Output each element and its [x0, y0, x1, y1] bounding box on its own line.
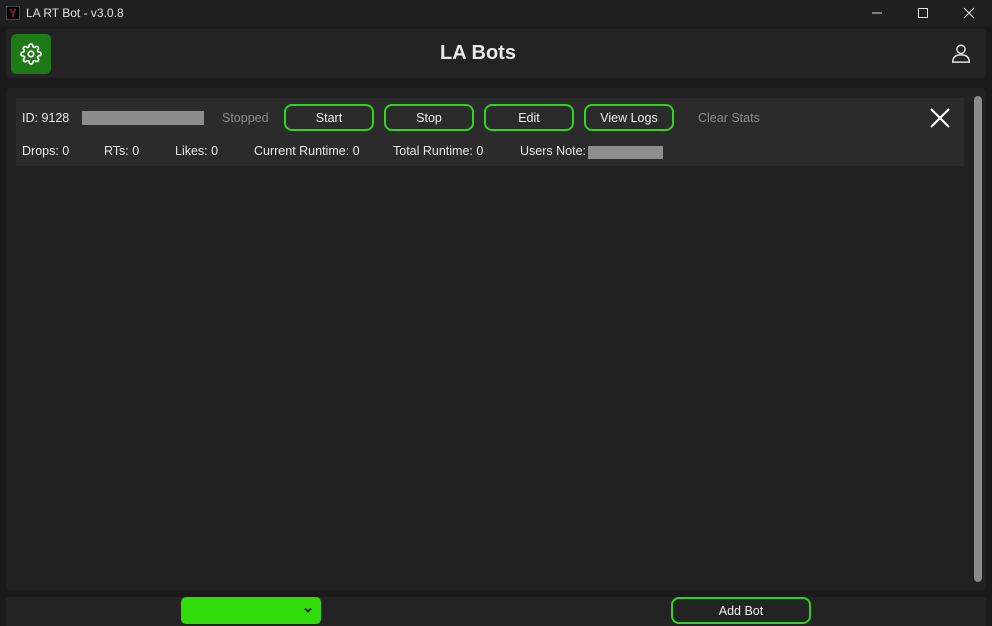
start-button[interactable]: Start — [284, 104, 374, 131]
bot-card: ID: 9128 Stopped Start Stop Edit View Lo… — [16, 98, 964, 166]
bots-panel: ID: 9128 Stopped Start Stop Edit View Lo… — [6, 88, 986, 590]
window-close-button[interactable] — [946, 0, 992, 26]
header-bar: LA Bots — [6, 29, 986, 78]
bot-id: ID: 9128 — [22, 111, 70, 125]
status-badge: Stopped — [222, 111, 269, 125]
minimize-button[interactable] — [854, 0, 900, 26]
settings-button[interactable] — [11, 34, 51, 74]
scrollbar-thumb[interactable] — [974, 96, 982, 582]
stat-current-runtime: Current Runtime: 0 — [254, 144, 360, 158]
maximize-button[interactable] — [900, 0, 946, 26]
user-button[interactable] — [950, 41, 972, 65]
gear-icon — [20, 43, 42, 65]
page-title: LA Bots — [440, 42, 516, 64]
user-icon — [952, 44, 970, 63]
minimize-icon — [872, 12, 882, 14]
remove-bot-button[interactable] — [928, 106, 952, 130]
bot-controls-row: ID: 9128 Stopped Start Stop Edit View Lo… — [16, 98, 964, 138]
window-title: LA RT Bot - v3.0.8 — [26, 6, 124, 20]
window-controls — [854, 0, 992, 26]
stat-total-runtime: Total Runtime: 0 — [393, 144, 484, 158]
chevron-down-icon — [303, 605, 313, 615]
clear-stats-button[interactable]: Clear Stats — [698, 111, 760, 125]
view-logs-button[interactable]: View Logs — [584, 104, 674, 131]
redacted-bot-name — [82, 111, 204, 125]
stat-rts: RTs: 0 — [104, 144, 140, 158]
close-icon — [930, 108, 950, 128]
bot-stats-row: Drops: 0 RTs: 0 Likes: 0 Current Runtime… — [16, 144, 964, 160]
stop-button[interactable]: Stop — [384, 104, 474, 131]
window-titlebar: LA RT Bot - v3.0.8 — [0, 0, 992, 26]
stat-drops: Drops: 0 — [22, 144, 70, 158]
close-icon — [963, 7, 975, 19]
scrollbar[interactable] — [974, 96, 982, 582]
maximize-icon — [918, 8, 928, 18]
stat-users-note: Users Note: — [520, 144, 586, 158]
bot-type-select[interactable] — [181, 597, 321, 624]
edit-button[interactable]: Edit — [484, 104, 574, 131]
add-bot-button[interactable]: Add Bot — [671, 597, 811, 624]
stat-likes: Likes: 0 — [175, 144, 219, 158]
footer-bar: Add Bot — [6, 597, 986, 626]
app-icon — [6, 6, 20, 20]
redacted-users-note — [588, 146, 663, 159]
